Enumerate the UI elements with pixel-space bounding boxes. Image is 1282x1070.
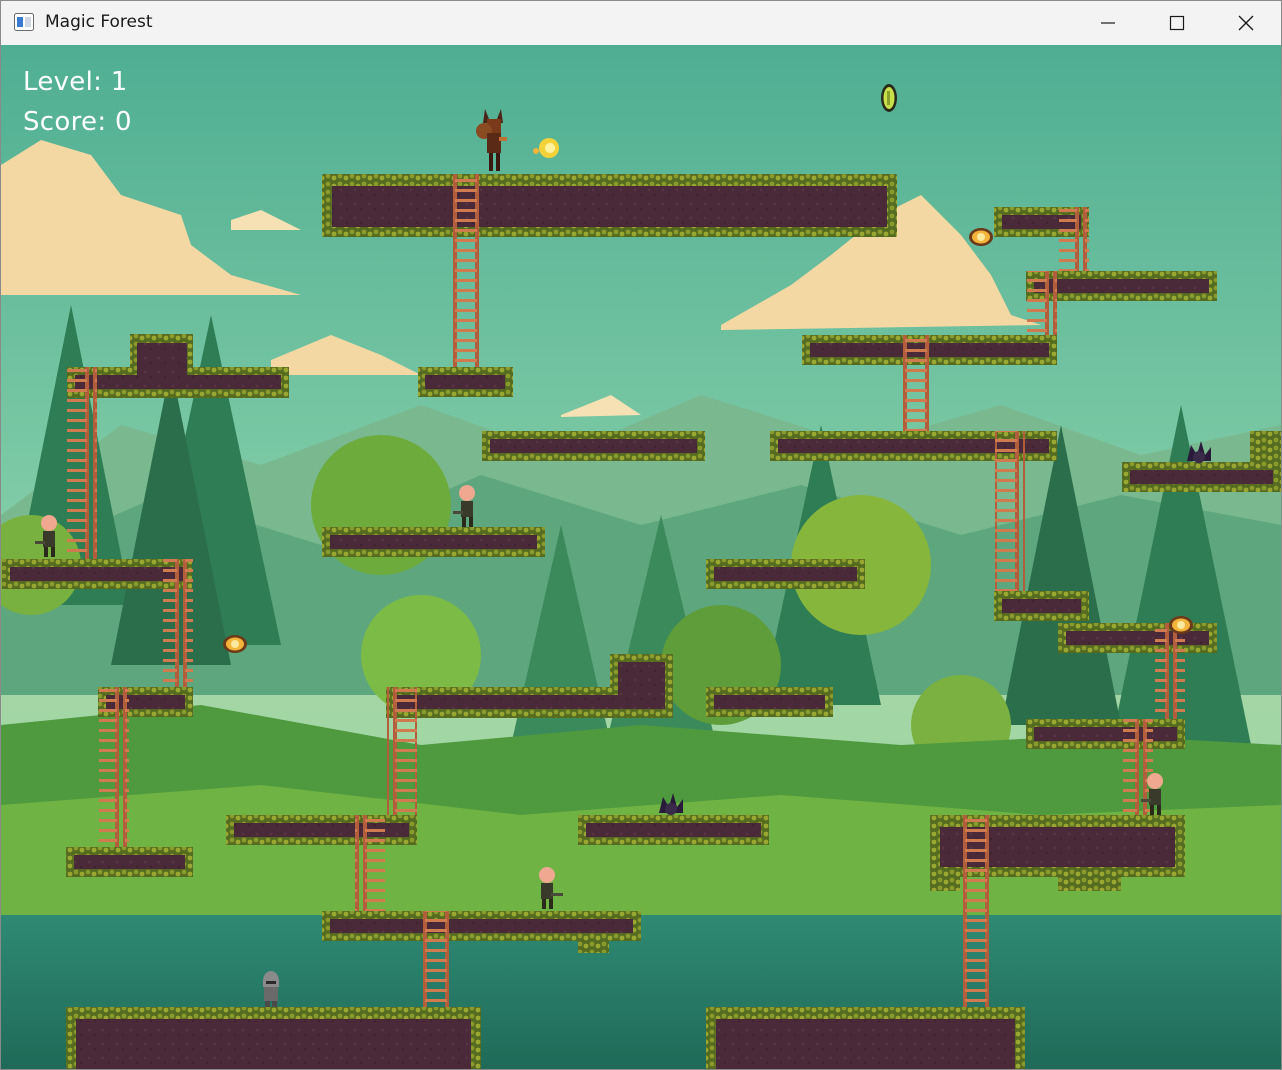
game-scene: [1, 45, 1281, 1069]
game-canvas[interactable]: Level: 1 Score: 0: [1, 45, 1281, 1069]
close-icon: [1238, 15, 1254, 31]
game-window: Magic Forest Level: 1 Score: 0: [0, 0, 1282, 1070]
ladder: [67, 367, 97, 559]
minimize-button[interactable]: [1073, 1, 1143, 45]
level-label: Level: 1: [23, 67, 128, 97]
title-bar[interactable]: Magic Forest: [1, 1, 1281, 45]
platform: [1026, 719, 1185, 749]
gold-coin: [223, 635, 247, 653]
minimize-icon: [1101, 22, 1115, 24]
ladder: [99, 687, 129, 847]
platform: [706, 687, 833, 717]
platform: [482, 431, 705, 461]
close-button[interactable]: [1211, 1, 1281, 45]
score-label: Score: 0: [23, 107, 132, 137]
platform: [226, 815, 417, 845]
ladder: [1155, 623, 1185, 719]
maximize-button[interactable]: [1142, 1, 1212, 45]
platform: [802, 335, 1057, 365]
ladder: [1027, 271, 1057, 335]
ladder: [963, 815, 993, 1007]
ladder: [163, 559, 193, 687]
platform: [706, 559, 865, 589]
ladder: [1059, 207, 1089, 271]
platform: [322, 527, 545, 557]
gold-coin: [1169, 616, 1193, 634]
platform: [578, 815, 769, 845]
green-gem: [881, 84, 897, 112]
platform-top-long: [322, 174, 897, 237]
platform: [418, 367, 513, 397]
window-title: Magic Forest: [45, 12, 153, 32]
gold-coin: [969, 228, 993, 246]
ladder: [899, 335, 929, 431]
platform: [66, 847, 193, 877]
ladder: [451, 174, 481, 367]
ladder: [387, 687, 417, 815]
ladder: [355, 815, 385, 911]
ladder: [419, 911, 449, 1007]
platform-ground-left: [66, 1007, 481, 1069]
maximize-icon: [1169, 15, 1185, 31]
platform-ground-right: [706, 1007, 1025, 1069]
app-window-icon: [14, 13, 34, 31]
ladder: [995, 431, 1025, 591]
